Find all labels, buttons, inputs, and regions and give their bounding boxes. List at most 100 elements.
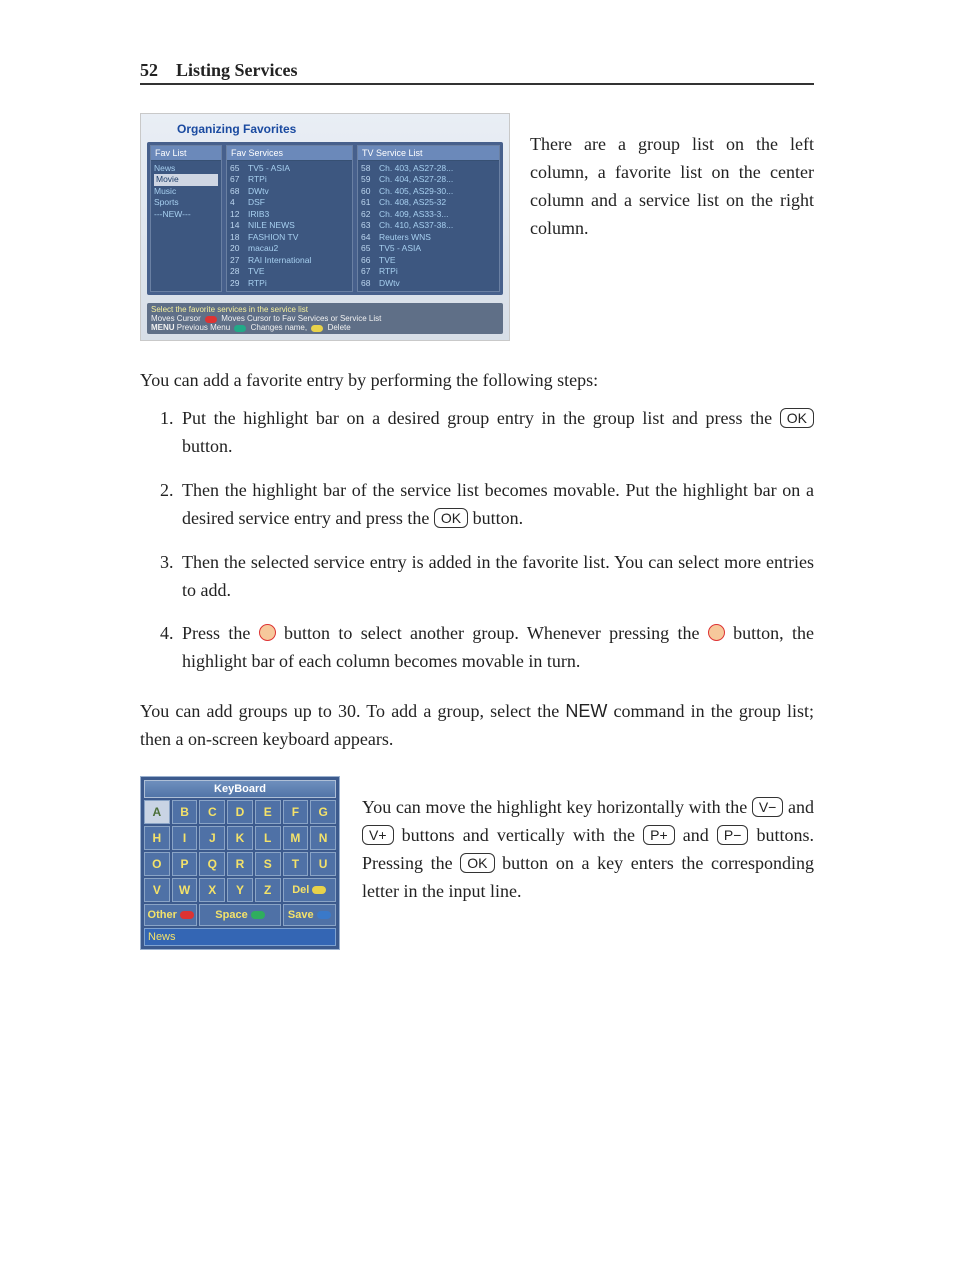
fav-list-item: ---NEW--- [154,209,218,220]
tv-service-row: 62Ch. 409, AS33-3... [361,209,496,220]
fav-service-row: 4DSF [230,197,349,208]
keyboard-key: C [199,800,225,824]
keyboard-key: R [227,852,253,876]
fav-service-row: 12IRIB3 [230,209,349,220]
keyboard-other: Other [144,904,197,926]
keyboard-key: J [199,826,225,850]
color-button-icon [708,624,725,641]
keyboard-key: Z [255,878,281,902]
tv-service-row: 58Ch. 403, AS27-28... [361,163,496,174]
footer-moves-to: Moves Cursor to Fav Services or Service … [221,314,381,323]
tv-service-row: 65TV5 - ASIA [361,243,496,254]
footer-delete: Delete [328,323,351,332]
keyboard-key: Q [199,852,225,876]
keyboard-key: T [283,852,309,876]
fav-list-item: Sports [154,197,218,208]
fav-list-item: Music [154,186,218,197]
fav-service-row: 29RTPi [230,278,349,289]
keyboard-key: W [172,878,198,902]
fav-services-column: Fav Services 65TV5 - ASIA67RTPi68DWtv4DS… [226,145,353,292]
step-1: Put the highlight bar on a desired group… [178,405,814,461]
screenshot-keyboard: KeyBoard ABCDEFG HIJKLMN OPQRSTU VWXYZDel O… [140,776,340,950]
tv-service-row: 60Ch. 405, AS29-30... [361,186,496,197]
keyboard-space: Space [199,904,280,926]
keyboard-key: A [144,800,170,824]
keyboard-key: S [255,852,281,876]
yellow-pill-icon [311,325,323,332]
ok-key: OK [780,408,814,428]
v-plus-key: V+ [362,825,394,845]
screenshot-organizing-favorites: Organizing Favorites Fav List News Movie… [140,113,510,341]
ok-key: OK [460,853,494,873]
fav-service-row: 28TVE [230,266,349,277]
p-plus-key: P+ [643,825,675,845]
keyboard-key: V [144,878,170,902]
keyboard-key: B [172,800,198,824]
p-minus-key: P− [717,825,749,845]
keyboard-key: G [310,800,336,824]
keyboard-key: Y [227,878,253,902]
osd-footer: Select the favorite services in the serv… [147,303,503,334]
fav-list-item: Movie [154,174,218,185]
fav-service-row: 20macau2 [230,243,349,254]
section-title: Listing Services [176,60,298,81]
keyboard-save: Save [283,904,336,926]
fav-service-row: 27RAI International [230,255,349,266]
fav-service-row: 68DWtv [230,186,349,197]
step-4: Press the button to select another group… [178,620,814,676]
tv-service-row: 66TVE [361,255,496,266]
osd-title: Organizing Favorites [177,122,503,136]
new-command: NEW [565,701,607,721]
tv-service-row: 59Ch. 404, AS27-28... [361,174,496,185]
keyboard-key: E [255,800,281,824]
v-minus-key: V− [752,797,784,817]
fav-list-item: News [154,163,218,174]
fav-service-row: 14NILE NEWS [230,220,349,231]
keyboard-title: KeyBoard [144,780,336,798]
keyboard-paragraph: You can move the highlight key horizonta… [362,794,814,906]
green-pill-icon [234,325,246,332]
step-2: Then the highlight bar of the service li… [178,477,814,533]
tv-service-row: 61Ch. 408, AS25-32 [361,197,496,208]
keyboard-key: L [255,826,281,850]
keyboard-key: K [227,826,253,850]
keyboard-key: U [310,852,336,876]
fav-service-row: 65TV5 - ASIA [230,163,349,174]
keyboard-key: X [199,878,225,902]
keyboard-key: F [283,800,309,824]
color-button-icon [259,624,276,641]
intro-paragraph-2: You can add a favorite entry by performi… [140,367,814,395]
fav-list-header: Fav List [151,146,221,161]
tv-service-list-header: TV Service List [358,146,499,161]
keyboard-input: News [144,928,336,946]
tv-service-row: 63Ch. 410, AS37-38... [361,220,496,231]
keyboard-key: D [227,800,253,824]
footer-hint: Select the favorite services in the serv… [151,305,499,314]
page-header: 52 Listing Services [140,60,814,85]
footer-moves-cursor: Moves Cursor [151,314,201,323]
footer-changes-name: Changes name, [251,323,307,332]
tv-service-row: 67RTPi [361,266,496,277]
fav-service-row: 18FASHION TV [230,232,349,243]
keyboard-key: N [310,826,336,850]
red-pill-icon [205,316,217,323]
keyboard-key: O [144,852,170,876]
step-3: Then the selected service entry is added… [178,549,814,605]
keyboard-key: I [172,826,198,850]
tv-service-list-column: TV Service List 58Ch. 403, AS27-28...59C… [357,145,500,292]
keyboard-key: M [283,826,309,850]
page-number: 52 [140,60,158,81]
tv-service-row: 64Reuters WNS [361,232,496,243]
tv-service-row: 68DWtv [361,278,496,289]
steps-list: Put the highlight bar on a desired group… [178,405,814,676]
footer-prev-menu: Previous Menu [177,323,230,332]
keyboard-key: H [144,826,170,850]
keyboard-key: P [172,852,198,876]
ok-key: OK [434,508,468,528]
fav-list-column: Fav List News Movie Music Sports ---NEW-… [150,145,222,292]
keyboard-del: Del [283,878,336,902]
fav-service-row: 67RTPi [230,174,349,185]
intro-paragraph-1: There are a group list on the left colum… [530,131,814,243]
add-group-paragraph: You can add groups up to 30. To add a gr… [140,698,814,754]
fav-services-header: Fav Services [227,146,352,161]
